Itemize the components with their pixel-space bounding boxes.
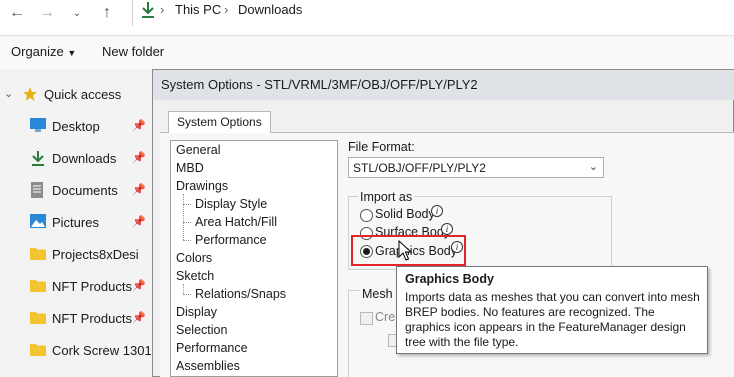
chevron-right-icon: › — [224, 2, 229, 17]
tooltip-body: Imports data as meshes that you can conv… — [405, 290, 700, 349]
tree-connector — [183, 222, 191, 223]
breadcrumb-this-pc[interactable]: This PC — [175, 2, 221, 17]
folder-icon — [30, 310, 46, 325]
option-assemblies[interactable]: Assemblies — [176, 359, 240, 373]
dropdown-icon[interactable]: ⌄ — [66, 8, 88, 19]
file-format-select[interactable]: STL/OBJ/OFF/PLY/PLY2 ⌄ — [348, 157, 604, 178]
nav-item-folder[interactable]: Cork Screw 13012( — [22, 340, 163, 362]
chevron-right-icon: › — [160, 2, 165, 17]
nav-item-folder[interactable]: NFT Products 📌 — [22, 276, 152, 298]
folder-icon — [30, 342, 46, 357]
nav-item-pictures[interactable]: Pictures 📌 — [22, 212, 152, 234]
download-icon — [30, 150, 46, 166]
nav-item-label: Cork Screw 13012( — [52, 343, 164, 358]
pin-icon: 📌 — [132, 216, 146, 228]
download-icon — [140, 1, 156, 19]
info-icon[interactable]: i — [431, 205, 443, 217]
address-bar[interactable] — [132, 0, 734, 26]
tree-connector — [183, 194, 184, 240]
dialog-title-bar[interactable]: System Options - STL/VRML/3MF/OBJ/OFF/PL… — [153, 70, 734, 100]
info-icon[interactable]: i — [441, 223, 453, 235]
nav-item-label: NFT Products — [52, 279, 132, 294]
pin-icon: 📌 — [132, 280, 146, 292]
nav-item-label: Documents — [52, 183, 118, 198]
option-colors[interactable]: Colors — [176, 251, 212, 265]
tree-connector — [183, 294, 191, 295]
forward-icon[interactable]: → — [36, 4, 58, 22]
nav-item-downloads[interactable]: Downloads 📌 — [22, 148, 152, 170]
nav-item-folder[interactable]: NFT Products 📌 — [22, 308, 152, 330]
nav-item-label: Pictures — [52, 215, 99, 230]
create-checkbox[interactable] — [360, 312, 373, 325]
nav-item-label: Projects8xDesi — [52, 247, 139, 262]
new-folder-button[interactable]: New folder — [102, 44, 164, 59]
option-drawings-performance[interactable]: Performance — [195, 233, 267, 247]
folder-icon — [30, 246, 46, 261]
option-performance[interactable]: Performance — [176, 341, 248, 355]
nav-item-desktop[interactable]: Desktop 📌 — [22, 116, 152, 138]
option-relations-snaps[interactable]: Relations/Snaps — [195, 287, 286, 301]
nav-item-folder[interactable]: Projects8xDesi — [22, 244, 152, 266]
option-sketch[interactable]: Sketch — [176, 269, 214, 283]
create-label: Cre — [375, 310, 396, 324]
breadcrumb-downloads[interactable]: Downloads — [238, 2, 302, 17]
pin-icon: 📌 — [132, 312, 146, 324]
nav-item-label: Desktop — [52, 119, 100, 134]
option-display-style[interactable]: Display Style — [195, 197, 267, 211]
nav-item-documents[interactable]: Documents 📌 — [22, 180, 152, 202]
import-as-label: Import as — [358, 190, 415, 204]
chevron-down-icon: ⌄ — [588, 161, 598, 173]
dialog-title: System Options - STL/VRML/3MF/OBJ/OFF/PL… — [161, 77, 478, 92]
pin-icon: 📌 — [132, 184, 146, 196]
caret-down-icon: ▼ — [67, 48, 77, 58]
nav-item-label: Downloads — [52, 151, 117, 166]
tooltip-title: Graphics Body — [405, 272, 494, 286]
tree-connector — [183, 284, 184, 294]
solid-body-radio[interactable] — [360, 209, 373, 222]
graphics-body-tooltip: Graphics Body Imports data as meshes tha… — [396, 266, 708, 354]
option-area-hatch-fill[interactable]: Area Hatch/Fill — [195, 215, 277, 229]
quick-access-label[interactable]: Quick access — [44, 87, 121, 102]
solid-body-label[interactable]: Solid Body — [375, 207, 435, 221]
option-drawings[interactable]: Drawings — [176, 179, 228, 193]
option-display[interactable]: Display — [176, 305, 217, 319]
organize-button[interactable]: Organize ▼ — [11, 44, 76, 59]
desktop-icon — [30, 118, 46, 133]
tree-connector — [183, 204, 191, 205]
mouse-cursor-icon — [398, 239, 413, 262]
option-selection[interactable]: Selection — [176, 323, 227, 337]
pin-icon: 📌 — [132, 152, 146, 164]
folder-icon — [30, 278, 46, 293]
option-mbd[interactable]: MBD — [176, 161, 204, 175]
chevron-down-icon[interactable]: ⌄ — [4, 87, 13, 100]
up-icon[interactable]: ↑ — [96, 4, 118, 22]
star-icon — [22, 86, 40, 102]
nav-item-label: NFT Products — [52, 311, 132, 326]
back-icon[interactable]: ← — [6, 4, 28, 22]
file-format-label: File Format: — [348, 140, 415, 154]
tree-connector — [183, 240, 191, 241]
mesh-group — [348, 290, 388, 377]
organize-label: Organize — [11, 44, 64, 59]
document-icon — [30, 182, 46, 198]
pictures-icon — [30, 214, 46, 229]
option-general[interactable]: General — [176, 143, 220, 157]
file-format-value: STL/OBJ/OFF/PLY/PLY2 — [353, 161, 486, 175]
pin-icon: 📌 — [132, 120, 146, 132]
tab-system-options[interactable]: System Options — [168, 111, 271, 133]
